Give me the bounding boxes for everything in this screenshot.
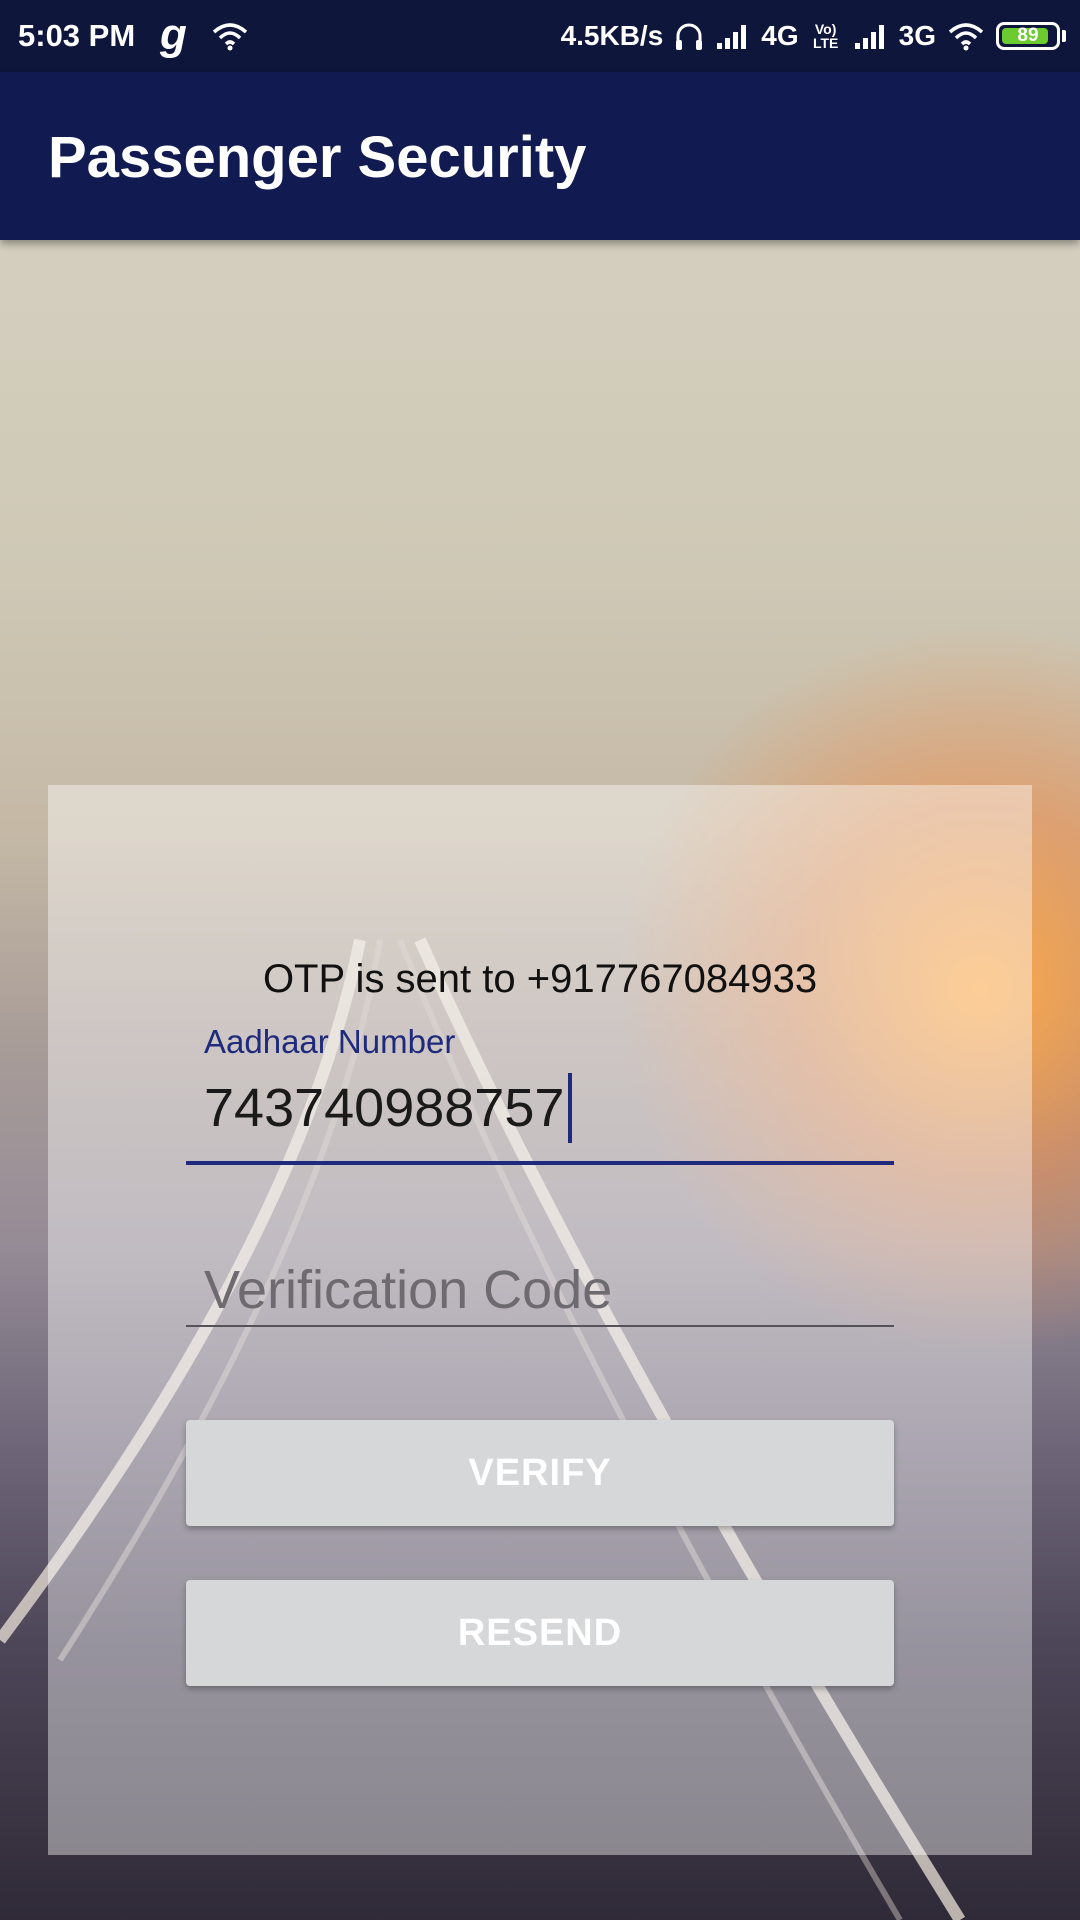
verify-button[interactable]: VERIFY xyxy=(186,1420,894,1526)
network-type-2: 3G xyxy=(898,20,936,51)
network-type-1: 4G xyxy=(761,20,799,51)
wifi-icon xyxy=(948,23,984,51)
battery-icon: 89 xyxy=(996,22,1060,50)
status-time: 5:03 PM xyxy=(18,18,136,53)
signal-icon xyxy=(854,25,884,49)
aadhaar-label: Aadhaar Number xyxy=(204,1023,456,1060)
otp-message: OTP is sent to +917767084933 xyxy=(262,957,818,1001)
aadhaar-underline xyxy=(186,1161,894,1165)
battery-level: 89 xyxy=(1017,25,1039,46)
verification-code-input[interactable] xyxy=(204,1253,884,1327)
app-title: Passenger Security xyxy=(48,125,587,190)
aadhaar-field[interactable]: 743740988757 xyxy=(204,1073,573,1143)
app-bar: Passenger Security xyxy=(0,72,1080,240)
headphones-icon xyxy=(676,23,703,50)
signal-icon xyxy=(717,25,747,49)
status-icons: 4.5KB/s 4G Vo) LTE 3G 89 xyxy=(561,16,1066,56)
background-image: OTP is sent to +917767084933 Aadhaar Num… xyxy=(0,240,1080,1920)
verification-card: OTP is sent to +917767084933 Aadhaar Num… xyxy=(48,785,1032,1855)
verification-code-underline xyxy=(186,1325,894,1327)
volte-icon: Vo) LTE xyxy=(812,21,839,51)
status-bar: 5:03 PM g 4.5KB/s 4G Vo) LTE 3G 89 xyxy=(0,0,1080,72)
net-speed: 4.5KB/s xyxy=(560,20,664,51)
g-app-icon: g xyxy=(160,10,187,59)
text-caret xyxy=(568,1073,573,1143)
battery-tip xyxy=(1062,30,1066,42)
aadhaar-value: 743740988757 xyxy=(204,1078,565,1138)
resend-button[interactable]: RESEND xyxy=(186,1580,894,1686)
wifi-icon xyxy=(212,23,248,51)
